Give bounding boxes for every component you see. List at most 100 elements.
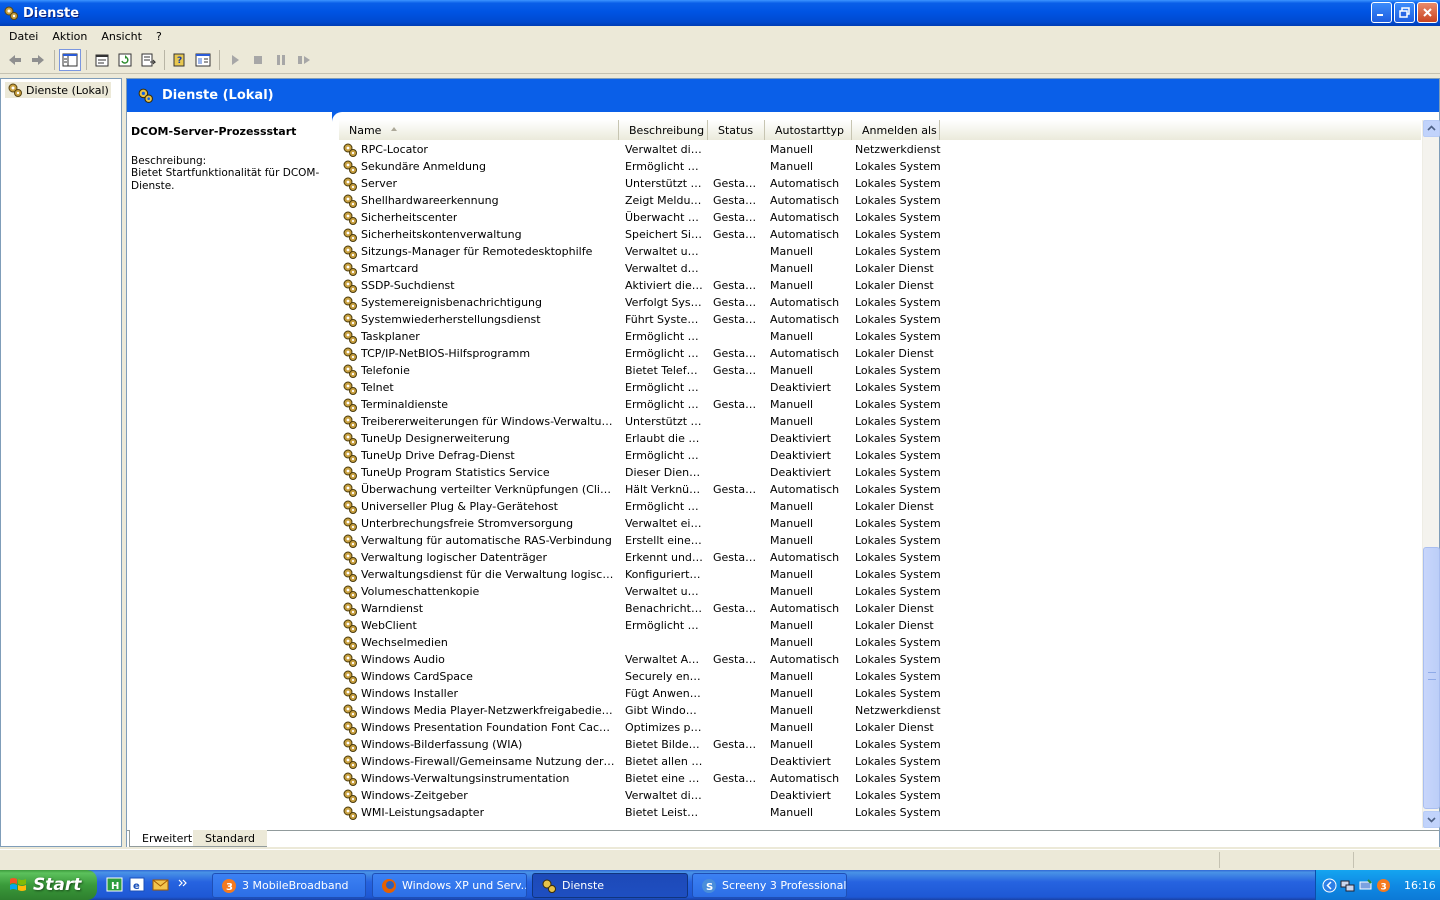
table-row[interactable]: Systemereignisbenachrichtigung Verfolgt S… [339, 294, 1421, 311]
column-header-2[interactable]: Status [708, 120, 765, 140]
internet-explorer-icon[interactable]: e [129, 876, 146, 893]
cell-description: Verwaltet die... [625, 143, 703, 156]
cell-name: Windows CardSpace [339, 669, 615, 685]
menu-help[interactable]: ? [149, 30, 169, 43]
console-tree-icon [62, 53, 78, 67]
table-row[interactable]: Shellhardwareerkennung Zeigt Meldun... Ges… [339, 192, 1421, 209]
list-header: Name Beschreibung Status Autostarttyp Anmeld… [339, 120, 1421, 140]
table-row[interactable]: TuneUp Designerweiterung Erlaubt die V...… [339, 430, 1421, 447]
menu-aktion[interactable]: Aktion [45, 30, 94, 43]
table-row[interactable]: Überwachung verteilter Verknüpfungen (Cl… [339, 481, 1421, 498]
mobilebroadband-tray-icon[interactable]: 3 [1376, 878, 1391, 893]
title-bar[interactable]: Dienste [0, 0, 1440, 26]
table-row[interactable]: Windows Audio Verwaltet Au... Gestar... Aut… [339, 651, 1421, 668]
table-row[interactable]: RPC-Locator Verwaltet die... Manuell Netzwe… [339, 141, 1421, 158]
table-row[interactable]: Universeller Plug & Play-Gerätehost Ermög… [339, 498, 1421, 515]
task-dienste[interactable]: Dienste [532, 873, 688, 898]
stop-service-button[interactable] [247, 49, 269, 71]
table-row[interactable]: TCP/IP-NetBIOS-Hilfsprogramm Ermöglicht d… [339, 345, 1421, 362]
minimize-button[interactable] [1371, 2, 1392, 23]
table-row[interactable]: Sicherheitscenter Überwacht S... Gestar...… [339, 209, 1421, 226]
table-row[interactable]: TuneUp Program Statistics Service Dieser … [339, 464, 1421, 481]
column-header-0[interactable]: Name [339, 120, 619, 140]
table-row[interactable]: Wechselmedien Manuell Lokales System [339, 634, 1421, 651]
task-mobilebroadband[interactable]: 3 3 MobileBroadband [212, 873, 366, 898]
table-row[interactable]: Telnet Ermöglicht ei... Deaktiviert Lokales… [339, 379, 1421, 396]
task-firefox[interactable]: Windows XP und Serv... [372, 873, 527, 898]
service-name: Unterbrechungsfreie Stromversorgung [361, 517, 574, 530]
table-row[interactable]: Windows-Bilderfassung (WIA) Bietet Bilder… [339, 736, 1421, 753]
column-header-label: Beschreibung [629, 123, 705, 137]
help-book-icon: ? [173, 53, 185, 67]
start-button[interactable]: Start [0, 870, 97, 900]
table-row[interactable]: Smartcard Verwaltet de... Manuell Lokaler D… [339, 260, 1421, 277]
vertical-scrollbar[interactable] [1422, 120, 1440, 828]
start-service-button[interactable] [224, 49, 246, 71]
back-button[interactable] [4, 49, 26, 71]
restart-service-button[interactable] [293, 49, 315, 71]
service-name: Terminaldienste [361, 398, 449, 411]
table-row[interactable]: Windows CardSpace Securely ena... Manuell L… [339, 668, 1421, 685]
scroll-thumb[interactable] [1423, 547, 1440, 809]
table-row[interactable]: Windows-Firewall/Gemeinsame Nutzung der … [339, 753, 1421, 770]
show-desktop-icon[interactable]: H [106, 876, 123, 893]
table-row[interactable]: Warndienst Benachrichtig... Gestar... Autom… [339, 600, 1421, 617]
cell-description: Verfolgt Syst... [625, 296, 703, 309]
table-row[interactable]: Windows-Verwaltungsinstrumentation Bietet… [339, 770, 1421, 787]
scroll-down-button[interactable] [1423, 811, 1440, 828]
table-row[interactable]: Windows Installer Fügt Anwend... Manuell Lo… [339, 685, 1421, 702]
export-list-button[interactable] [137, 49, 159, 71]
tab-standard[interactable]: Standard [193, 830, 268, 847]
system-tray: 3 16:16 [1315, 870, 1440, 900]
table-row[interactable]: Treibererweiterungen für Windows-Verwalt… [339, 413, 1421, 430]
table-row[interactable]: Windows Media Player-Netzwerkfreigabedie… [339, 702, 1421, 719]
table-row[interactable]: WebClient Ermöglicht Wi... Manuell Lokaler … [339, 617, 1421, 634]
mail-icon[interactable] [152, 876, 169, 893]
task-screeny[interactable]: S Screeny 3 Professional [692, 873, 847, 898]
table-row[interactable]: Windows-Zeitgeber Verwaltet die... Deaktiv… [339, 787, 1421, 804]
forward-button[interactable] [27, 49, 49, 71]
table-row[interactable]: WMI-Leistungsadapter Bietet Leistun... Man… [339, 804, 1421, 821]
table-row[interactable]: SSDP-Suchdienst Aktiviert die ... Gestar..… [339, 277, 1421, 294]
column-header-1[interactable]: Beschreibung [619, 120, 708, 140]
cell-logon-as: Lokales System [855, 449, 941, 462]
table-row[interactable]: Systemwiederherstellungsdienst Führt Syst… [339, 311, 1421, 328]
properties-button[interactable] [91, 49, 113, 71]
network-icon[interactable] [1340, 878, 1355, 893]
table-row[interactable]: Verwaltungsdienst für die Verwaltung log… [339, 566, 1421, 583]
services-list[interactable]: Name Beschreibung Status Autostarttyp Anmeld… [339, 120, 1421, 828]
tray-arrow-icon[interactable] [1322, 878, 1337, 893]
cell-description: Bietet Telefo... [625, 364, 703, 377]
toolbar-separator [54, 50, 55, 70]
restore-button[interactable] [1394, 2, 1415, 23]
safely-remove-icon[interactable] [1358, 878, 1373, 893]
table-row[interactable]: Sitzungs-Manager für Remotedesktophilfe V… [339, 243, 1421, 260]
table-row[interactable]: Server Unterstützt D... Gestar... Automatis… [339, 175, 1421, 192]
show-hide-tree-button[interactable] [59, 49, 81, 71]
close-button[interactable] [1417, 2, 1438, 23]
tree-item-services-local[interactable]: Dienste (Lokal) [5, 82, 111, 98]
menu-ansicht[interactable]: Ansicht [94, 30, 149, 43]
table-row[interactable]: Telefonie Bietet Telefo... Gestar... Manuel… [339, 362, 1421, 379]
view-button[interactable] [192, 49, 214, 71]
cell-description: Bietet allen C... [625, 755, 703, 768]
table-row[interactable]: Volumeschattenkopie Verwaltet un... Manuel… [339, 583, 1421, 600]
table-row[interactable]: Sicherheitskontenverwaltung Speichert Sic… [339, 226, 1421, 243]
cell-description: Ermöglicht ei... [625, 330, 703, 343]
pause-service-button[interactable] [270, 49, 292, 71]
table-row[interactable]: Terminaldienste Ermöglicht m... Gestar... M… [339, 396, 1421, 413]
table-row[interactable]: Taskplaner Ermöglicht ei... Manuell Lokales… [339, 328, 1421, 345]
refresh-button[interactable] [114, 49, 136, 71]
table-row[interactable]: Unterbrechungsfreie Stromversorgung Verwa… [339, 515, 1421, 532]
menu-datei[interactable]: Datei [2, 30, 45, 43]
table-row[interactable]: TuneUp Drive Defrag-Dienst Ermöglicht Tu.… [339, 447, 1421, 464]
help-button[interactable]: ? [169, 49, 191, 71]
scroll-up-button[interactable] [1423, 120, 1440, 137]
table-row[interactable]: Windows Presentation Foundation Font Cac… [339, 719, 1421, 736]
table-row[interactable]: Verwaltung logischer Datenträger Erkennt … [339, 549, 1421, 566]
table-row[interactable]: Sekundäre Anmeldung Ermöglicht da... Manue… [339, 158, 1421, 175]
column-header-4[interactable]: Anmelden als [852, 120, 940, 140]
table-row[interactable]: Verwaltung für automatische RAS-Verbindu… [339, 532, 1421, 549]
column-header-3[interactable]: Autostarttyp [765, 120, 852, 140]
chevron-more-icon[interactable] [175, 876, 192, 893]
